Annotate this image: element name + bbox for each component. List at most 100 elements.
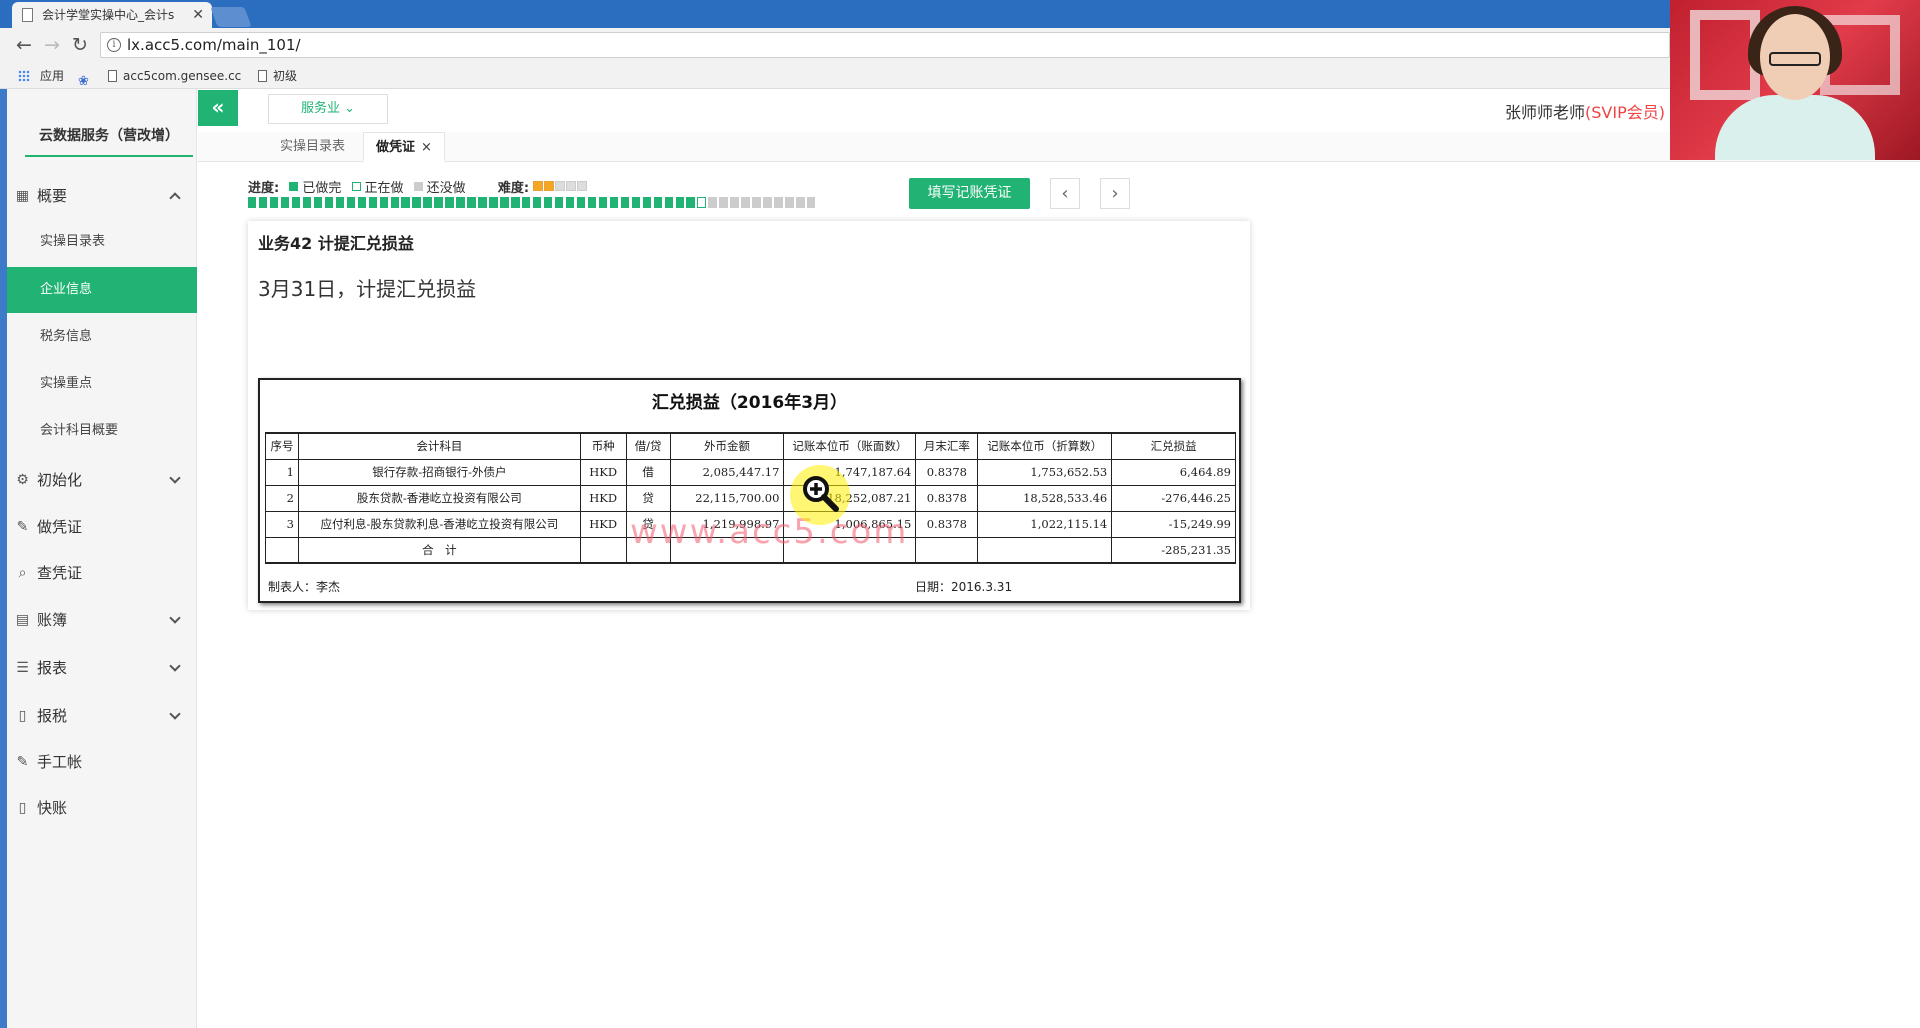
prev-button[interactable]: ‹ [1050, 178, 1080, 209]
info-icon[interactable]: i [107, 38, 121, 52]
progress-segment [445, 197, 454, 208]
progress-segment [533, 197, 542, 208]
back-icon[interactable]: ← [12, 33, 36, 57]
bookmark-chuji-label: 初级 [273, 69, 298, 83]
progress-segment [807, 197, 816, 208]
source-document[interactable]: 汇兑损益（2016年3月） 序号 会计科目 币种 借/贷 外币金额 记账本位币（账面数）月… [258, 378, 1241, 603]
browser-tab[interactable]: 会计学堂实操中心_会计s ✕ [12, 2, 212, 28]
progress-segment [653, 197, 663, 208]
sidebar-item-ledger[interactable]: ▤ 账簿 [7, 598, 197, 642]
table-cell: 18,528,533.46 [977, 484, 1113, 512]
sidebar-item-search-voucher[interactable]: ⌕ 查凭证 [7, 551, 197, 595]
table-cell: -15,249.99 [1111, 510, 1236, 538]
progress-segment [598, 197, 608, 208]
progress-segment [335, 197, 345, 208]
sidebar-item-quick-books[interactable]: ▯ 快账 [7, 786, 197, 830]
doing-swatch [351, 182, 361, 191]
table-cell: HKD [579, 458, 627, 486]
difficulty-label: 难度: [497, 181, 530, 196]
new-tab-button[interactable] [210, 7, 252, 27]
bookmark-chuji[interactable]: 初级 [258, 63, 297, 89]
progress-segment [730, 197, 739, 208]
todo-swatch [413, 182, 423, 191]
progress-segment [302, 197, 312, 208]
sidebar-item-make-voucher[interactable]: ✎ 做凭证 [7, 505, 197, 549]
forward-icon[interactable]: → [40, 33, 64, 57]
star-icon [544, 181, 555, 191]
bookmark-gensee[interactable]: acc5com.gensee.cc [108, 63, 241, 89]
progress-segment [565, 197, 575, 208]
sidebar-item-manual-books[interactable]: ✎ 手工帐 [7, 740, 197, 784]
progress-segment [785, 197, 794, 208]
book-icon: ▤ [15, 612, 30, 628]
reload-icon[interactable]: ↻ [68, 33, 92, 57]
progress-segment [752, 197, 761, 208]
progress-segment [248, 197, 257, 208]
bookmarks-bar: 应用 ❀ acc5com.gensee.cc 初级 [0, 63, 1920, 89]
table-cell: 1 [265, 458, 299, 486]
chevron-down-icon [169, 612, 181, 624]
vip-badge: (SVIP会员) [1585, 103, 1665, 122]
progress-segment [357, 197, 367, 208]
table-cell [915, 536, 979, 564]
progress-segment [686, 197, 695, 208]
window-edge [0, 89, 7, 1028]
sidebar-item-label: 查凭证 [37, 564, 83, 582]
progress-bar [248, 197, 818, 209]
star-icon [566, 181, 577, 191]
table-cell: 2,085,447.17 [669, 458, 785, 486]
progress-segment [489, 197, 498, 208]
sidebar-subitem-keypoints[interactable]: 实操重点 [7, 361, 197, 407]
next-button[interactable]: › [1100, 178, 1130, 209]
table-header-cell: 序号 [265, 432, 299, 460]
industry-select[interactable]: 服务业 ⌄ [268, 94, 388, 124]
search-icon: ⌕ [18, 565, 27, 581]
url-field[interactable]: i lx.acc5.com/main_101/ [100, 32, 1670, 58]
progress-segment [280, 197, 290, 208]
close-tab-icon[interactable]: ✕ [192, 2, 204, 28]
sidebar-item-tax-filing[interactable]: ▯ 报税 [7, 694, 197, 738]
pen-icon: ✎ [16, 519, 29, 535]
table-header-cell: 记账本位币（账面数） [783, 432, 917, 460]
browser-tab-title: 会计学堂实操中心_会计s [42, 8, 175, 22]
sidebar-subitem-company[interactable]: 企业信息 [7, 267, 197, 313]
bookmark-apps[interactable]: 应用 [40, 63, 64, 89]
task-title: 业务42 计提汇兑损益 [258, 234, 414, 253]
table-cell: 借 [625, 458, 671, 486]
table-cell: 应付利息-股东贷款利息-香港屹立投资有限公司 [297, 510, 581, 538]
task-description: 3月31日，计提汇兑损益 [258, 277, 477, 301]
progress-segment [642, 197, 652, 208]
tab-make-voucher[interactable]: 做凭证 × [363, 132, 445, 162]
industry-select-value: 服务业 [300, 101, 340, 116]
progress-segment [412, 197, 421, 208]
sidebar-subitem-accounts[interactable]: 会计科目概要 [7, 408, 197, 454]
zoom-in-icon [803, 476, 839, 512]
apps-grid-icon[interactable] [18, 70, 30, 82]
chevron-up-icon [169, 192, 181, 204]
user-name[interactable]: 张师师老师(SVIP会员) [1505, 99, 1665, 123]
table-cell: 贷 [625, 484, 671, 512]
report-icon: ☰ [16, 660, 29, 676]
exchange-gain-loss-table: 序号 会计科目 币种 借/贷 外币金额 记账本位币（账面数） 月末汇率 记账本位币（折算数）汇… [265, 432, 1236, 564]
sidebar-item-overview[interactable]: ▦ 概要 [7, 174, 197, 218]
table-cell: 1,022,115.14 [977, 510, 1113, 538]
tab-catalog[interactable]: 实操目录表 [268, 132, 357, 162]
progress-segment [368, 197, 378, 208]
table-cell: -285,231.35 [1111, 536, 1236, 564]
progress-segment [291, 197, 301, 208]
grid-icon: ▦ [15, 188, 30, 204]
collapse-sidebar-button[interactable]: « [198, 90, 238, 126]
sidebar-item-init[interactable]: ⚙ 初始化 [7, 458, 197, 502]
table-cell [977, 536, 1113, 564]
sidebar: 云数据服务（营改增） ▦ 概要 实操目录表 企业信息 税务信息 实操重点 会计科… [7, 89, 197, 1028]
progress-segment [675, 197, 684, 208]
fill-voucher-button[interactable]: 填写记账凭证 [909, 178, 1030, 209]
sidebar-subitem-catalog[interactable]: 实操目录表 [7, 219, 197, 265]
progress-segment [609, 197, 619, 208]
sidebar-item-reports[interactable]: ☰ 报表 [7, 646, 197, 690]
sidebar-subitem-tax[interactable]: 税务信息 [7, 314, 197, 360]
document-maker: 制表人：李杰 [268, 580, 341, 594]
table-row: 合 计 -285,231.35 [265, 536, 1236, 564]
close-icon[interactable]: × [421, 140, 432, 155]
table-row: 2 股东贷款-香港屹立投资有限公司 HKD 贷 22,115,700.00 18,252,… [265, 484, 1236, 512]
